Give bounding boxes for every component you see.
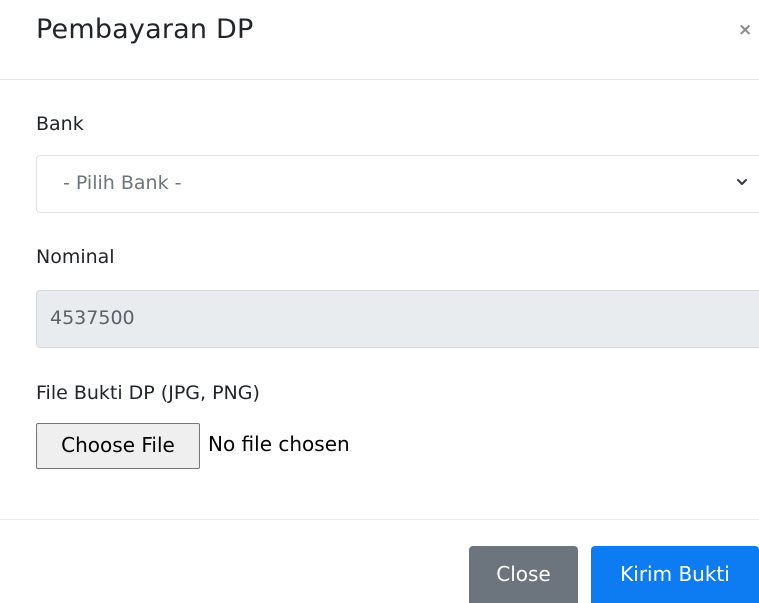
bank-select-value: - Pilih Bank -: [63, 172, 182, 194]
file-label: File Bukti DP (JPG, PNG): [36, 382, 260, 404]
bank-select[interactable]: - Pilih Bank -: [36, 155, 759, 213]
chevron-down-icon: [737, 179, 747, 185]
choose-file-button[interactable]: Choose File: [36, 423, 200, 469]
file-status-text: No file chosen: [208, 432, 350, 456]
modal-title: Pembayaran DP: [36, 14, 254, 45]
submit-proof-button[interactable]: Kirim Bukti: [591, 546, 759, 603]
close-button[interactable]: Close: [469, 546, 578, 603]
nominal-label: Nominal: [36, 246, 115, 268]
bank-label: Bank: [36, 113, 84, 135]
nominal-input[interactable]: 4537500: [36, 290, 759, 348]
footer-divider: [0, 519, 759, 520]
nominal-input-value: 4537500: [50, 307, 135, 329]
close-icon[interactable]: ×: [738, 22, 752, 39]
modal-header: Pembayaran DP ×: [0, 0, 759, 80]
payment-modal: Pembayaran DP × Bank - Pilih Bank - Nomi…: [0, 0, 759, 603]
